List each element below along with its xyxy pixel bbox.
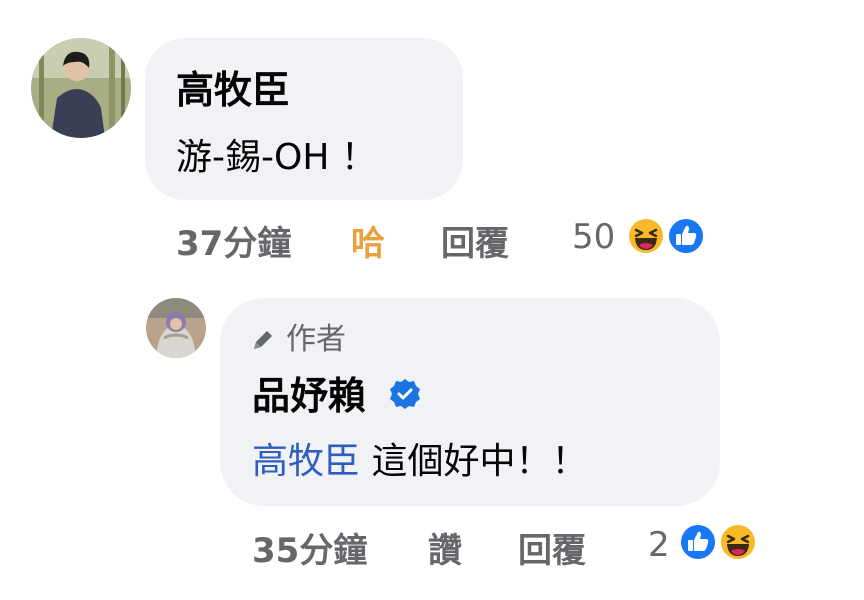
haha-icon[interactable] [718,522,758,562]
reply-author-name[interactable]: 品妤賴 [252,374,366,418]
comment-reaction-button[interactable]: 哈 [351,223,385,265]
like-icon[interactable] [678,522,718,562]
author-badge-label: 作者 [286,322,346,357]
commenter-avatar[interactable] [31,38,131,138]
reply-author-avatar[interactable] [146,298,206,358]
comment-reaction-count[interactable]: 50 [572,216,615,258]
author-badge: 作者 [250,322,346,358]
reply-text: 高牧臣 這個好中！！ [252,440,587,484]
reply-timestamp[interactable]: 35分鐘 [252,530,367,572]
comment-reply-button[interactable]: 回覆 [441,223,509,265]
reply-reaction-count[interactable]: 2 [648,524,670,566]
pencil-icon [254,331,272,349]
mention-link[interactable]: 高牧臣 [252,441,360,482]
haha-icon[interactable] [626,216,666,256]
reply-like-button[interactable]: 讚 [428,530,462,572]
like-icon[interactable] [666,216,706,256]
comment-author-name[interactable]: 高牧臣 [176,68,290,112]
reply-reply-button[interactable]: 回覆 [518,530,586,572]
reply-message: 這個好中！！ [360,441,588,482]
comment-text: 游-錫-OH ！ [176,137,377,178]
verified-badge-icon [390,379,420,409]
comment-timestamp[interactable]: 37分鐘 [176,223,291,265]
